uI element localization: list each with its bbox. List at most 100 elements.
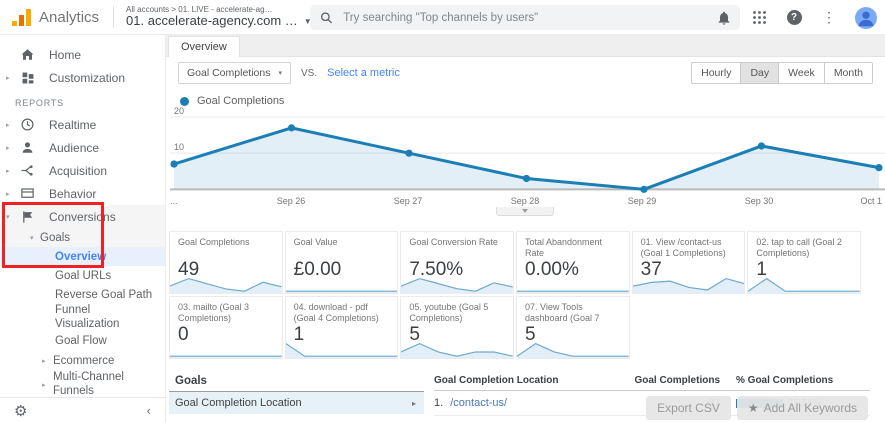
sidebar-item-funnel-visualization[interactable]: Funnel Visualization xyxy=(0,304,165,331)
sidebar-item-behavior[interactable]: ▸ Behavior xyxy=(0,182,165,205)
sidebar-item-multi-channel-funnels[interactable]: ▸ Multi-Channel Funnels xyxy=(0,371,165,398)
chart-canvas xyxy=(170,116,885,193)
sidebar-item-realtime[interactable]: ▸ Realtime xyxy=(0,113,165,136)
chevron-down-icon xyxy=(522,209,528,213)
help-icon[interactable]: ? xyxy=(785,9,803,27)
search-input[interactable] xyxy=(343,11,730,24)
reports-section-label: REPORTS xyxy=(15,98,64,108)
x-tick-label: Sep 30 xyxy=(744,196,774,206)
expand-caret-icon: ▸ xyxy=(42,357,46,365)
tab-overview[interactable]: Overview xyxy=(168,36,240,57)
scorecard[interactable]: 07. View Tools dashboard (Goal 7 Complet… xyxy=(515,296,630,359)
add-all-keywords-button[interactable]: ★ Add All Keywords xyxy=(736,396,868,420)
notifications-bell-icon[interactable] xyxy=(715,9,733,27)
user-avatar[interactable] xyxy=(855,6,877,29)
behavior-icon xyxy=(19,185,36,202)
collapse-caret-icon: ▾ xyxy=(30,234,34,242)
scorecard-title: 01. View /contact-us (Goal 1 Completions… xyxy=(640,237,726,258)
sidebar-item-goals[interactable]: ▾ Goals xyxy=(0,228,165,247)
person-icon xyxy=(19,139,36,156)
scorecard[interactable]: Goal Conversion Rate 7.50% xyxy=(400,231,514,294)
chart-expander-button[interactable] xyxy=(496,207,554,216)
scorecard-title: Goal Completions xyxy=(178,237,250,247)
scorecards-grid: Goal Completions 49 Goal Value £0.00 Goa… xyxy=(169,231,861,359)
scorecard[interactable]: 03. mailto (Goal 3 Completions) 0 xyxy=(169,296,283,359)
scorecard-sparkline xyxy=(401,340,513,358)
sidebar-item-home[interactable]: Home xyxy=(0,43,165,66)
product-name: Analytics xyxy=(39,8,100,26)
gear-icon[interactable]: ⚙ xyxy=(14,402,27,420)
x-tick-label: ... xyxy=(170,196,178,206)
expand-caret-icon: ▸ xyxy=(6,121,10,129)
location-link[interactable]: /contact-us/ xyxy=(450,397,507,409)
x-tick-label: Sep 26 xyxy=(276,196,306,206)
scorecard-title: 05. youtube (Goal 5 Completions) xyxy=(409,302,489,323)
star-icon: ★ xyxy=(747,401,759,415)
sidebar-item-reverse-goal-path[interactable]: Reverse Goal Path xyxy=(0,285,165,304)
granularity-hourly-button[interactable]: Hourly xyxy=(691,62,742,84)
scorecard[interactable]: Total Abandonment Rate 0.00% xyxy=(515,231,630,294)
search-icon xyxy=(320,11,333,23)
sidebar-item-conversions[interactable]: ▾ Conversions xyxy=(0,205,165,228)
search-bar[interactable] xyxy=(310,5,740,30)
granularity-month-button[interactable]: Month xyxy=(824,62,873,84)
chart-legend: Goal Completions xyxy=(166,89,885,109)
expand-caret-icon: ▸ xyxy=(6,167,10,175)
scorecard[interactable]: 01. View /contact-us (Goal 1 Completions… xyxy=(631,231,746,294)
sidebar-item-audience[interactable]: ▸ Audience xyxy=(0,136,165,159)
scorecard[interactable]: 02. tap to call (Goal 2 Completions) 1 xyxy=(747,231,861,294)
source-medium-link[interactable]: Source / Medium xyxy=(169,414,424,423)
export-csv-button[interactable]: Export CSV xyxy=(646,396,731,420)
sidebar-item-ecommerce[interactable]: ▸ Ecommerce xyxy=(0,350,165,371)
select-metric-link[interactable]: Select a metric xyxy=(327,67,400,79)
more-menu-icon[interactable]: ⋮ xyxy=(820,9,838,27)
sidebar-item-acquisition[interactable]: ▸ Acquisition xyxy=(0,159,165,182)
collapse-sidebar-icon[interactable]: ‹ xyxy=(147,403,151,418)
granularity-day-button[interactable]: Day xyxy=(741,62,780,84)
analytics-logo-icon xyxy=(12,8,31,26)
sidebar-item-goal-flow[interactable]: Goal Flow xyxy=(0,331,165,350)
metric-toolbar: Goal Completions ▾ VS. Select a metric H… xyxy=(166,57,885,89)
timeseries-chart[interactable]: 10 20 xyxy=(170,106,885,195)
x-tick-label: Sep 27 xyxy=(393,196,423,206)
scorecard-sparkline xyxy=(285,340,398,358)
scorecard-title: Goal Value xyxy=(293,237,338,247)
scorecard-title: 04. download - pdf (Goal 4 Completions) xyxy=(293,302,379,323)
row-rank: 1. xyxy=(434,397,444,409)
collapse-caret-icon: ▾ xyxy=(6,213,10,221)
scorecard-sparkline xyxy=(170,275,282,293)
col-header-pct[interactable]: % Goal Completions xyxy=(720,375,870,387)
col-header-completions[interactable]: Goal Completions xyxy=(632,375,720,387)
scorecard[interactable]: 04. download - pdf (Goal 4 Completions) … xyxy=(284,296,399,359)
customization-icon xyxy=(19,69,36,86)
account-selector[interactable]: All accounts > 01. LIVE - accelerate-ag…… xyxy=(126,5,312,29)
scorecard-title: 02. tap to call (Goal 2 Completions) xyxy=(756,237,842,258)
chart-expander-row xyxy=(166,207,885,217)
home-icon xyxy=(19,46,36,63)
sidebar-item-goal-urls[interactable]: Goal URLs xyxy=(0,266,165,285)
sidebar-footer: ⚙ ‹ xyxy=(0,397,165,423)
scorecard-sparkline xyxy=(748,275,860,293)
scorecard-sparkline xyxy=(516,340,629,358)
granularity-switcher: Hourly Day Week Month xyxy=(691,62,873,84)
expand-caret-icon: ▸ xyxy=(6,190,10,198)
scorecard[interactable]: Goal Value £0.00 xyxy=(284,231,399,294)
x-axis-ticks: ... Sep 26 Sep 27 Sep 28 Sep 29 Sep 30 Oct 1 xyxy=(170,195,885,207)
goal-completion-location-item[interactable]: Goal Completion Location ▸ xyxy=(169,392,424,414)
sidebar-item-customization[interactable]: ▸ Customization xyxy=(0,66,165,89)
scorecard[interactable]: Goal Completions 49 xyxy=(169,231,283,294)
x-tick-label: Sep 29 xyxy=(627,196,657,206)
tab-strip: Overview xyxy=(166,35,885,57)
col-header-location[interactable]: Goal Completion Location xyxy=(434,375,632,387)
sidebar-item-overview[interactable]: Overview xyxy=(0,247,165,266)
granularity-week-button[interactable]: Week xyxy=(779,62,825,84)
app-header: Analytics All accounts > 01. LIVE - acce… xyxy=(0,0,885,35)
acquisition-icon xyxy=(19,162,36,179)
goals-panel: Goals Goal Completion Location ▸ Source … xyxy=(169,373,424,423)
scorecard[interactable]: 05. youtube (Goal 5 Completions) 5 xyxy=(400,296,514,359)
apps-grid-icon[interactable] xyxy=(750,9,768,27)
x-tick-label: Oct 1 xyxy=(860,196,882,206)
metric-selector-dropdown[interactable]: Goal Completions ▾ xyxy=(178,62,291,84)
sidebar-nav: Home ▸ Customization REPORTS ▸ Realtime … xyxy=(0,35,166,423)
table-header-row: Goal Completion Location Goal Completion… xyxy=(434,373,870,391)
